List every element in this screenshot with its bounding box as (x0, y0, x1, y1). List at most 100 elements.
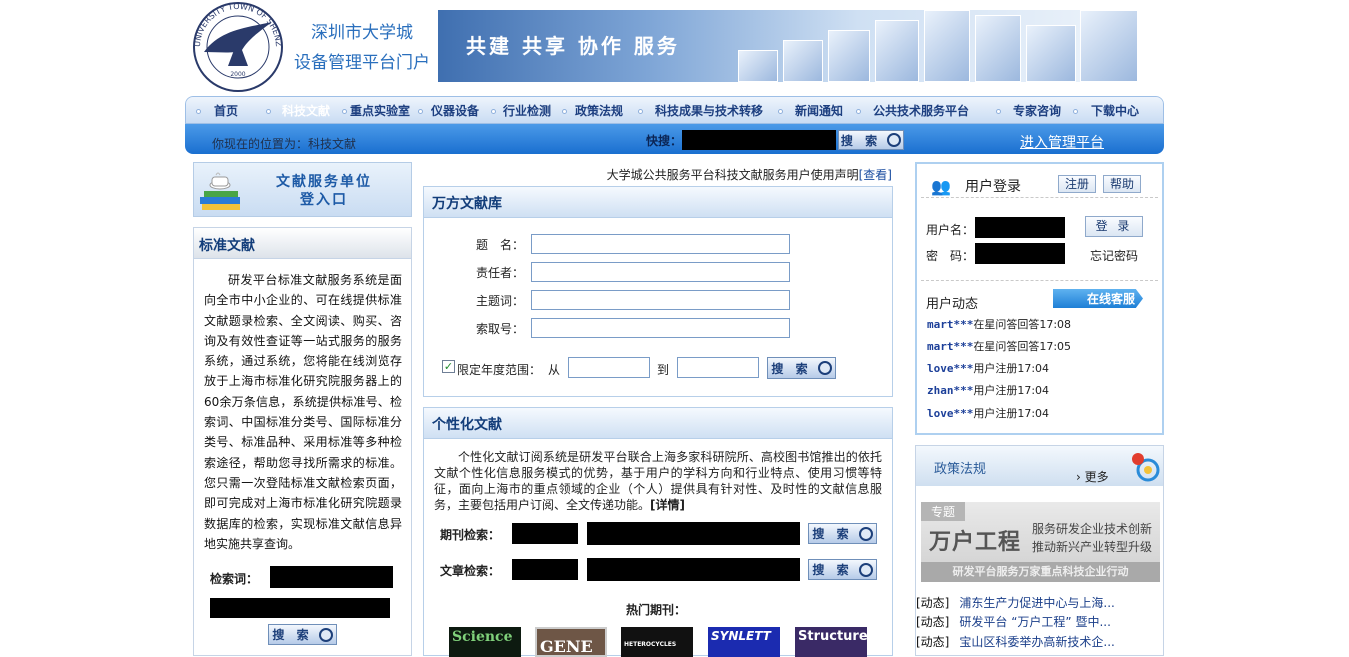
news-item[interactable]: [动态] 宝山区科委举办高新技术企... (916, 633, 1115, 650)
journal-cover-structure[interactable]: Structure (795, 627, 867, 657)
literature-service-login-entry[interactable]: 文献服务单位 登入口 (193, 162, 412, 217)
activity-title: 用户动态 (926, 297, 979, 312)
magnifier-icon (858, 562, 873, 577)
year-to-input[interactable] (677, 357, 759, 378)
promo-topic-tag: 专题 (921, 502, 966, 521)
site-title-line1: 深圳市大学城 (311, 23, 413, 43)
login-button[interactable]: 登 录 (1085, 216, 1143, 237)
policy-title: 政策法规 (934, 462, 987, 477)
admin-platform-link[interactable]: 进入管理平台 (1020, 132, 1104, 152)
from-label: 从 (548, 363, 561, 377)
forgot-password-link[interactable]: 忘记密码 (1090, 247, 1138, 264)
year-from-input[interactable] (568, 357, 650, 378)
nav-item-experts[interactable]: 专家咨询 (1013, 102, 1061, 119)
user-login-panel: 👥 用户登录 注册 帮助 用户名： 登 录 密 码： 忘记密码 用户动态 在线客… (915, 162, 1164, 435)
news-item[interactable]: [动态] 浦东生产力促进中心与上海... (916, 594, 1115, 611)
journal-search-input[interactable] (587, 522, 800, 545)
help-button[interactable]: 帮助 (1103, 175, 1141, 193)
title-field[interactable] (531, 234, 790, 254)
username-input[interactable] (975, 217, 1065, 238)
article-search-type[interactable] (512, 559, 578, 580)
author-field[interactable] (531, 262, 790, 282)
standard-search-button[interactable]: 搜 索 (268, 624, 337, 645)
activity-item: love***用户注册17:04 (927, 407, 1050, 420)
nav-item-news[interactable]: 新闻通知 (795, 102, 843, 119)
usage-declaration-text: 大学城公共服务平台科技文献服务用户使用声明 (606, 168, 859, 182)
header-banner: 共建 共享 协作 服务 (438, 10, 1138, 82)
entry-line2: 登入口 (300, 192, 348, 208)
password-input[interactable] (975, 243, 1065, 264)
site-title-line2: 设备管理平台门户 (294, 53, 430, 73)
wanfang-panel: 万方文献库 题 名： 责任者： 主题词： 索取号： ✓ 限定年度范围： 从 到 … (423, 186, 893, 397)
quick-search-button[interactable]: 搜 索 (838, 130, 904, 150)
title-field-label: 题 名： (475, 238, 524, 252)
main-nav: 首页 科技文献 重点实验室 仪器设备 行业检测 政策法规 科技成果与技术转移 新… (185, 96, 1164, 154)
users-icon: 👥 (931, 177, 951, 196)
nav-item-achievements[interactable]: 科技成果与技术转移 (655, 102, 763, 119)
books-coffee-icon (200, 172, 240, 210)
nav-item-instruments[interactable]: 仪器设备 (431, 102, 479, 119)
policy-panel: 政策法规 › 更多 专题 万户工程 服务研发企业技术创新 推动新兴产业转型升级 … (915, 445, 1164, 656)
hot-journals-label: 热门期刊： (626, 603, 687, 617)
journal-cover-science[interactable]: Science (449, 627, 521, 657)
magnifier-icon (858, 526, 873, 541)
magnifier-icon (887, 133, 902, 147)
password-label: 密 码： (926, 249, 975, 263)
register-button[interactable]: 注册 (1058, 175, 1096, 193)
standard-literature-description: 研发平台标准文献服务系统是面向全市中小企业的、可在线提供标准文献题录检索、全文阅… (204, 273, 402, 551)
article-search-button[interactable]: 搜 索 (808, 559, 877, 580)
nav-item-home[interactable]: 首页 (214, 102, 238, 119)
activity-item: love***用户注册17:04 (927, 362, 1050, 375)
personal-literature-description: 个性化文献订阅系统是研发平台联合上海多家科研院所、高校图书馆推出的依托文献个性化… (434, 449, 882, 513)
keyword-label: 检索词： (210, 572, 259, 586)
username-label: 用户名： (926, 223, 975, 237)
wanhu-promo-banner[interactable]: 专题 万户工程 服务研发企业技术创新 推动新兴产业转型升级 研发平台服务万家重点… (921, 502, 1160, 582)
policy-header: 政策法规 › 更多 (916, 446, 1163, 486)
article-search-label: 文章检索： (440, 564, 501, 578)
magnifier-icon (318, 627, 333, 642)
personal-literature-panel: 个性化文献 个性化文献订阅系统是研发平台联合上海多家科研院所、高校图书馆推出的依… (423, 407, 893, 657)
year-range-checkbox[interactable]: ✓ (442, 360, 455, 373)
nav-menu-bar: 首页 科技文献 重点实验室 仪器设备 行业检测 政策法规 科技成果与技术转移 新… (185, 96, 1164, 124)
journal-search-button[interactable]: 搜 索 (808, 523, 877, 544)
nav-item-policy[interactable]: 政策法规 (575, 102, 623, 119)
quick-search-input[interactable] (682, 130, 836, 150)
breadcrumb: 你现在的位置为：科技文献 (212, 137, 357, 151)
policy-emblem-icon (1132, 453, 1160, 482)
year-range-label: 限定年度范围： (457, 363, 542, 377)
quick-search-label: 快搜： (646, 134, 683, 148)
banner-slogan: 共建 共享 协作 服务 (466, 34, 680, 58)
journal-cover-gene[interactable]: GENE (535, 627, 607, 657)
journal-search-type[interactable] (512, 523, 578, 544)
journal-cover-heterocycles[interactable]: HETEROCYCLES (621, 627, 693, 657)
keyword-input[interactable] (270, 566, 393, 588)
wanfang-search-button[interactable]: 搜 索 (767, 357, 836, 379)
nav-item-tech-platform[interactable]: 公共技术服务平台 (873, 102, 969, 119)
article-search-input[interactable] (587, 558, 800, 581)
subject-field-label: 主题词： (475, 294, 524, 308)
to-label: 到 (657, 363, 670, 377)
activity-item: mart***在星问答回答17:05 (927, 340, 1072, 353)
nav-item-industry-testing[interactable]: 行业检测 (503, 102, 551, 119)
nav-item-key-labs[interactable]: 重点实验室 (350, 102, 410, 119)
article-search-button-label: 搜 索 (812, 563, 853, 577)
news-item[interactable]: [动态] 研发平台 “万户工程” 暨中... (916, 613, 1111, 630)
callno-field-label: 索取号： (475, 322, 524, 336)
personal-literature-title: 个性化文献 (424, 408, 892, 439)
promo-line1: 服务研发企业技术创新 (1032, 522, 1153, 536)
declaration-view-link[interactable]: [查看] (859, 168, 892, 182)
site-title: 深圳市大学城 设备管理平台门户 (287, 18, 437, 78)
journal-search-button-label: 搜 索 (812, 527, 853, 541)
usage-declaration: 大学城公共服务平台科技文献服务用户使用声明[查看] (560, 166, 892, 183)
personal-more-link[interactable]: [详情] (650, 498, 685, 512)
callno-field[interactable] (531, 318, 790, 338)
keyword-category-select[interactable] (210, 598, 390, 618)
policy-more-link[interactable]: › 更多 (1076, 468, 1109, 485)
online-service-button[interactable]: 在线客服 (1053, 289, 1143, 308)
journal-cover-synlett[interactable]: SYNLETT (708, 627, 780, 657)
nav-item-literature[interactable]: 科技文献 (282, 102, 330, 119)
university-logo: 2000 UNIVERSITY TOWN OF SHENZHEN (187, 0, 286, 94)
subject-field[interactable] (531, 290, 790, 310)
quick-search-button-label: 搜 索 (840, 133, 882, 148)
nav-item-downloads[interactable]: 下载中心 (1091, 102, 1139, 119)
